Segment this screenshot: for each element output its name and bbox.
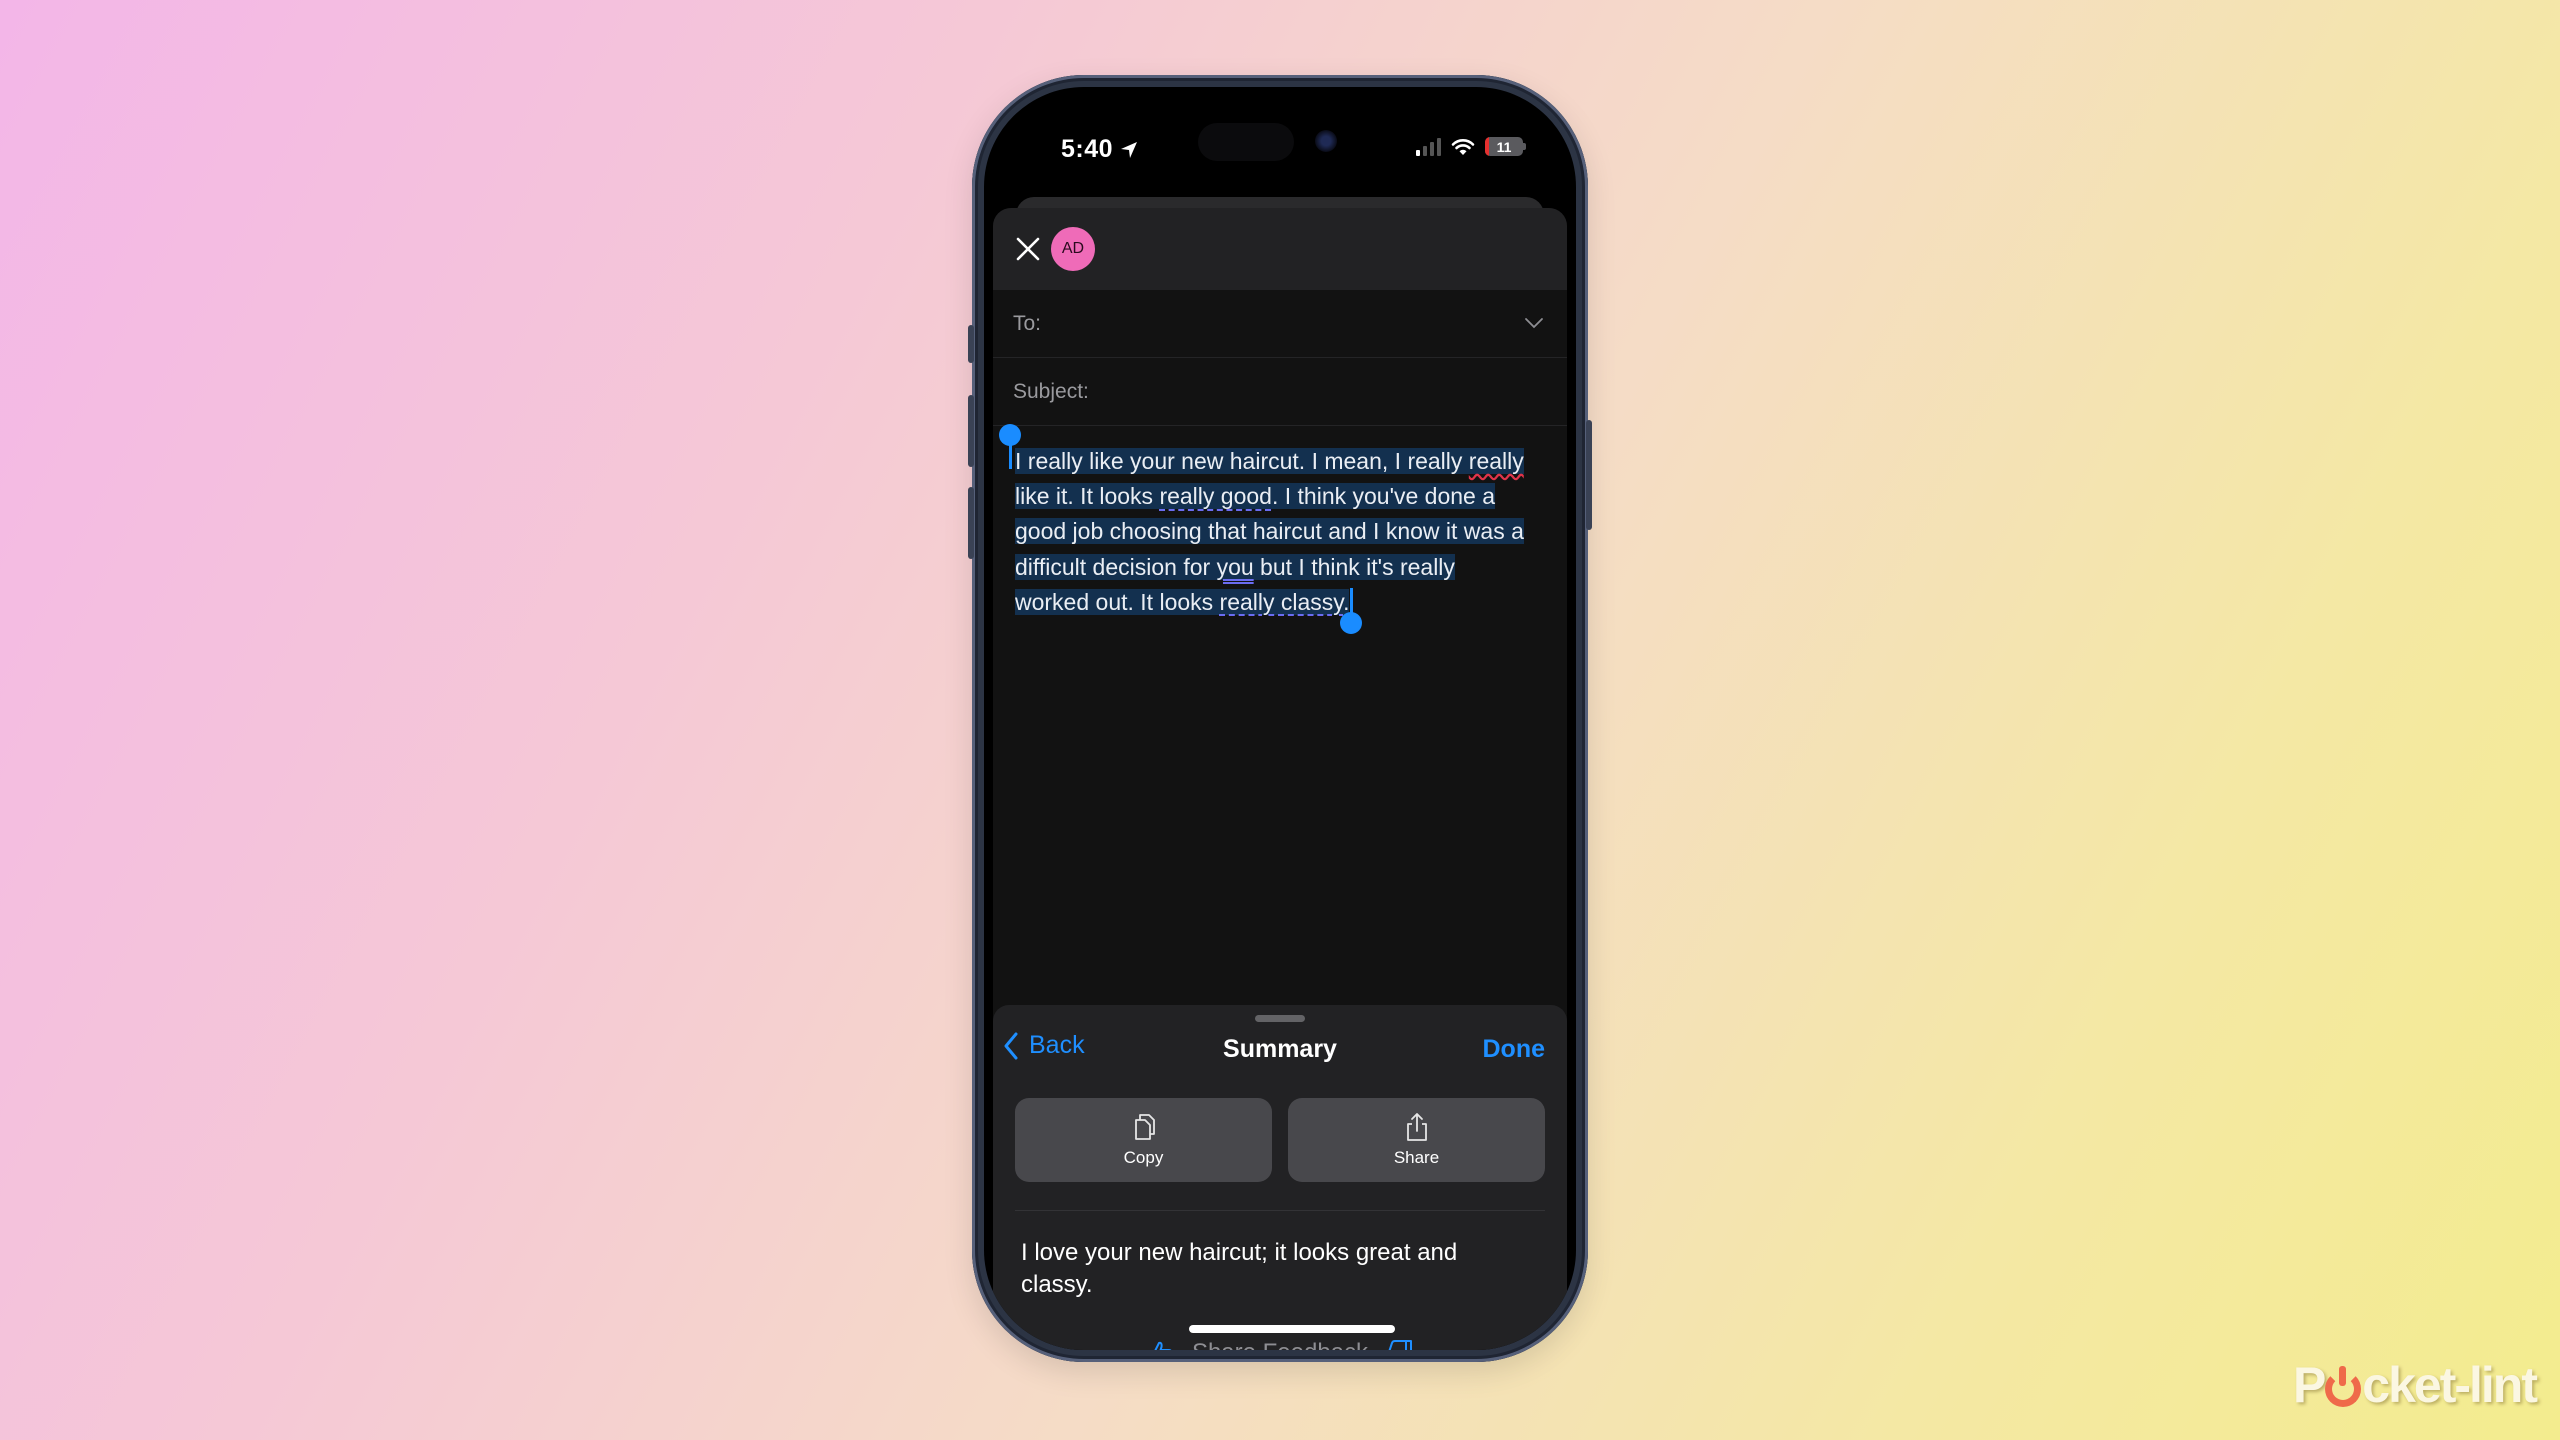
watermark-text-start: P	[2292, 1357, 2326, 1413]
home-indicator[interactable]	[1189, 1325, 1395, 1333]
summary-nav-bar: Back Summary Done	[993, 1027, 1567, 1071]
share-feedback-link[interactable]: Share Feedback	[1192, 1339, 1368, 1350]
share-icon	[1406, 1113, 1427, 1141]
copy-label: Copy	[1123, 1148, 1164, 1167]
thumbs-down-button[interactable]	[1386, 1339, 1414, 1350]
thumbs-down-icon	[1388, 1340, 1413, 1350]
signal-icon	[1416, 137, 1441, 156]
subject-label: Subject:	[1013, 379, 1089, 403]
pocketlint-watermark: Pcket-lint	[2292, 1356, 2538, 1414]
battery-icon: 11	[1485, 137, 1526, 156]
grammar-flag[interactable]: really good	[1159, 483, 1272, 509]
body-line-1: I really like your new haircut. I mean, …	[1015, 448, 1469, 474]
body-line-5-end: .	[1343, 588, 1350, 615]
copy-icon	[1134, 1114, 1155, 1140]
selection-start-handle[interactable]	[999, 424, 1021, 469]
close-button[interactable]	[1013, 234, 1043, 264]
grammar-flag[interactable]: really classy	[1220, 589, 1344, 615]
watermark-text-end: cket-lint	[2362, 1357, 2538, 1413]
selection-end-handle[interactable]	[1340, 588, 1362, 634]
status-time: 5:40	[1061, 135, 1139, 164]
power-icon	[2325, 1366, 2362, 1407]
body-line-5: worked out. It looks	[1015, 588, 1220, 615]
body-line-2: like it. It looks	[1015, 483, 1160, 510]
body-line-2-end: . I think you've done a	[1271, 483, 1496, 510]
to-label: To:	[1013, 311, 1042, 335]
divider	[1015, 1210, 1545, 1211]
compose-sheet: AD To: Subject: I really like your new h…	[993, 208, 1567, 1350]
body-line-4-end: but I think it's really	[1253, 553, 1455, 580]
power-button	[1586, 420, 1592, 530]
avatar[interactable]: AD	[1051, 227, 1095, 271]
action-button	[968, 325, 974, 363]
close-icon	[1016, 237, 1040, 261]
spelling-flag[interactable]: really	[1469, 448, 1524, 474]
thumbs-up-button[interactable]	[1146, 1339, 1174, 1350]
summary-actions: Copy Share	[1015, 1098, 1545, 1182]
to-field[interactable]: To:	[993, 290, 1567, 358]
message-body-text[interactable]: I really like your new haircut. I mean, …	[1015, 444, 1535, 620]
front-camera	[1315, 130, 1337, 152]
location-arrow-icon	[1121, 141, 1138, 158]
status-indicators: 11	[1416, 137, 1526, 156]
writing-tools-summary-panel: Back Summary Done Copy Share I love your…	[993, 1005, 1567, 1350]
copy-button[interactable]: Copy	[1015, 1098, 1272, 1182]
time-label: 5:40	[1061, 135, 1114, 163]
summary-text: I love your new haircut; it looks great …	[1021, 1239, 1458, 1298]
dynamic-island	[1198, 123, 1294, 161]
feedback-row: Share Feedback	[993, 1339, 1567, 1350]
wifi-icon	[1451, 138, 1475, 155]
body-line-4: difficult decision for	[1015, 553, 1217, 580]
battery-level: 11	[1496, 138, 1512, 155]
share-button[interactable]: Share	[1288, 1098, 1545, 1182]
phone-frame: 5:40 11 AD To: Subject: I really like yo…	[968, 75, 1592, 1362]
volume-down-button	[968, 487, 974, 559]
message-body[interactable]: I really like your new haircut. I mean, …	[993, 424, 1567, 634]
sheet-grabber[interactable]	[1255, 1015, 1305, 1022]
phone-screen: 5:40 11 AD To: Subject: I really like yo…	[984, 87, 1576, 1350]
subject-field[interactable]: Subject:	[993, 358, 1567, 426]
share-label: Share	[1393, 1148, 1440, 1167]
thumbs-up-icon	[1154, 1341, 1172, 1350]
volume-up-button	[968, 395, 974, 467]
chevron-down-icon[interactable]	[1523, 312, 1545, 334]
compose-header: AD	[993, 208, 1567, 290]
body-line-3: good job choosing that haircut and I kno…	[1015, 518, 1524, 545]
selected-text: I really like your new haircut. I mean, …	[1015, 448, 1524, 615]
data-detector-flag[interactable]: you	[1217, 554, 1254, 580]
summary-title: Summary	[1223, 1035, 1337, 1063]
done-button[interactable]: Done	[1483, 1035, 1546, 1064]
